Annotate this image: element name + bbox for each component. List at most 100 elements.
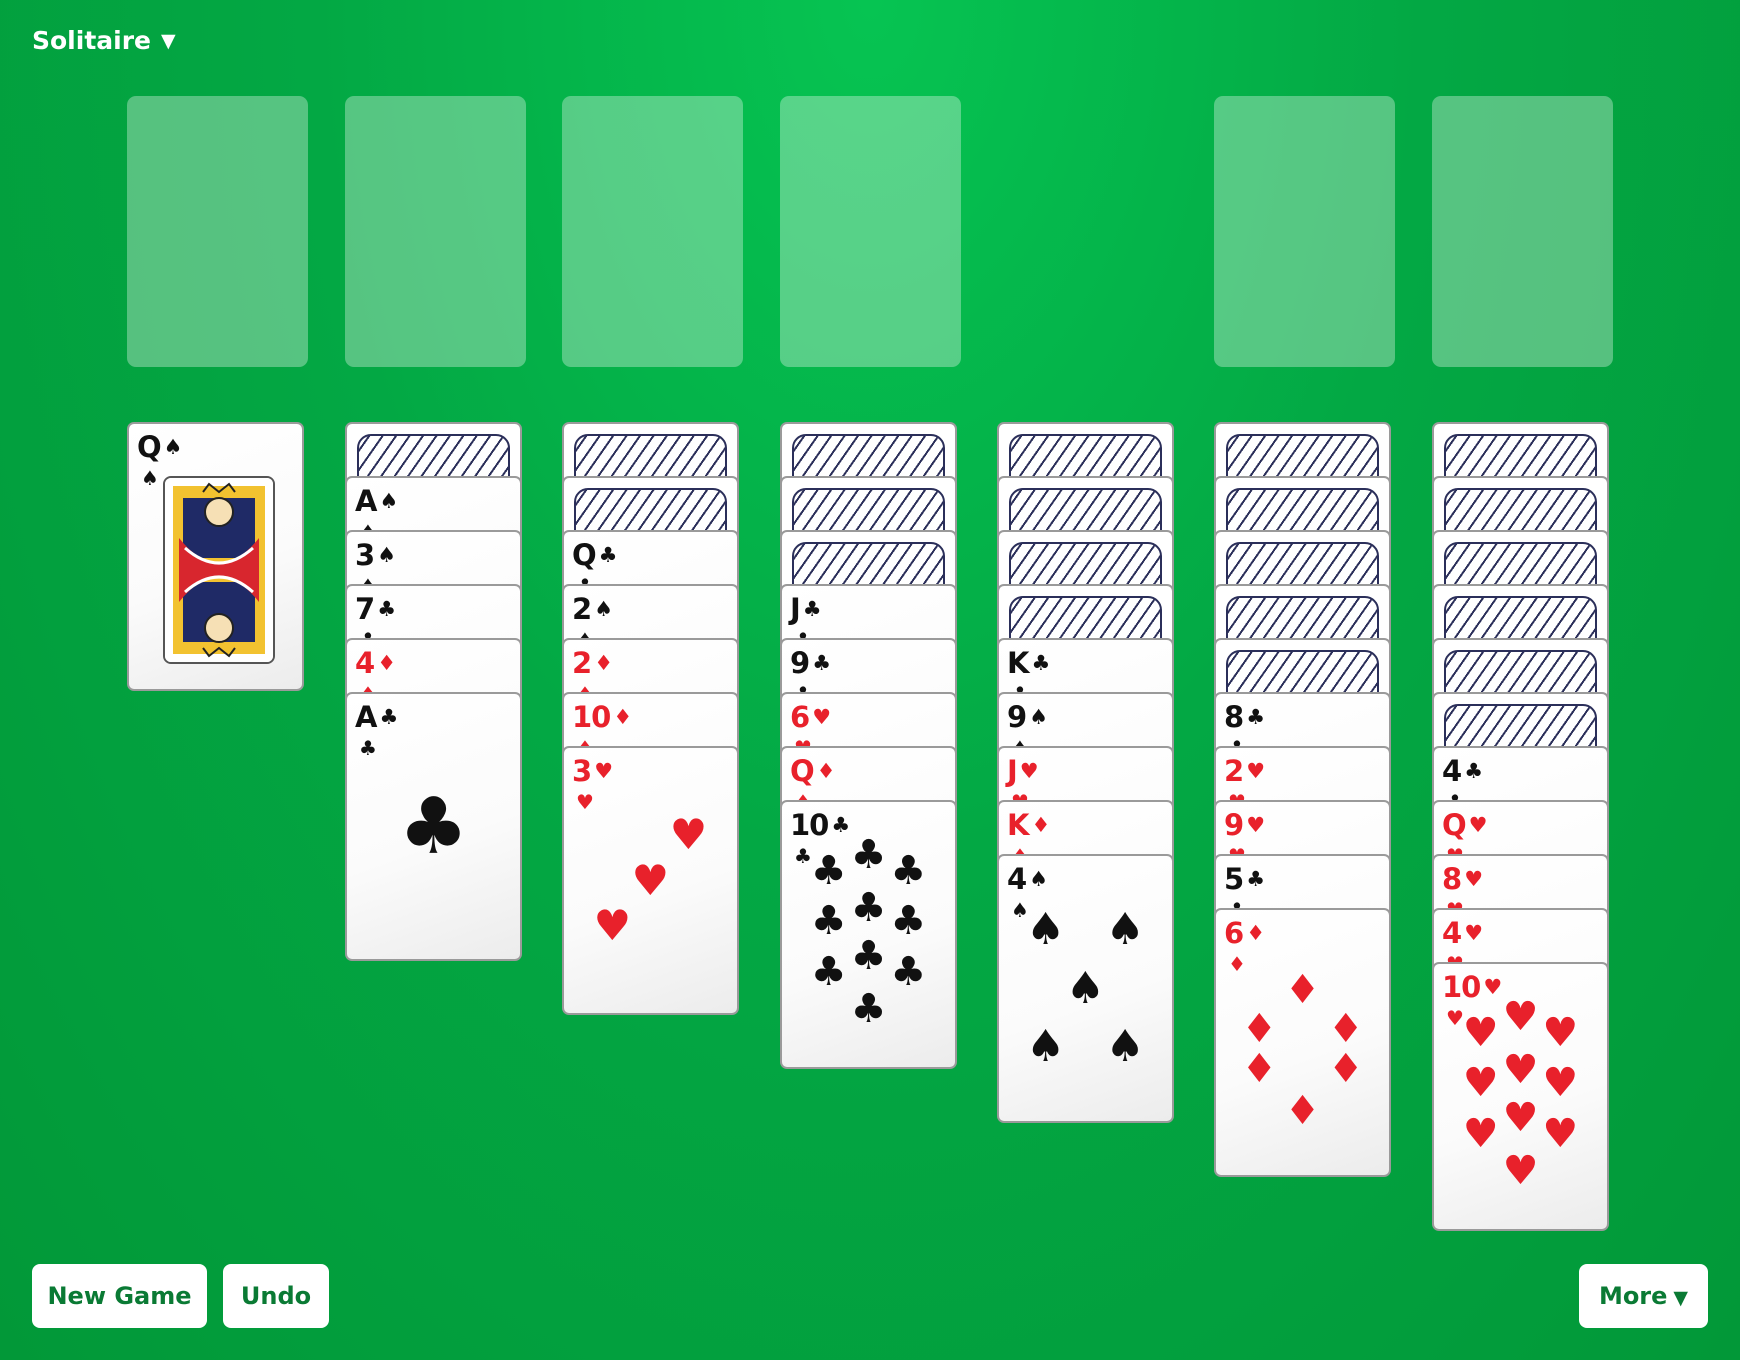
card-corner: Q ♥ [1442, 810, 1488, 840]
card-rank: 6 [790, 700, 810, 734]
club-icon: ♣ [812, 651, 831, 675]
foundation-2-empty[interactable] [780, 96, 961, 367]
card-corner: 3 ♠ [355, 540, 396, 570]
card-4-of-spades[interactable]: 4 ♠ ♠ ♠ ♠ ♠ ♠ ♠ [997, 854, 1174, 1123]
diamond-icon: ♦ [1241, 1046, 1278, 1092]
card-pips: ♠ ♠ ♠ ♠ ♠ [999, 856, 1172, 1121]
foundation-1-empty[interactable] [562, 96, 743, 367]
card-corner: 2 ♠ [572, 592, 613, 626]
card-corner: 4 ♦ [355, 646, 396, 680]
heart-icon: ♥ [812, 705, 831, 729]
heart-icon: ♥ [1542, 1009, 1579, 1056]
game-menu-button[interactable]: Solitaire ▼ [32, 26, 176, 55]
card-pips: ♥ ♥ ♥ [564, 748, 737, 1013]
card-corner: 9 ♥ [1224, 810, 1265, 840]
heart-icon: ♥ [1502, 1094, 1539, 1141]
card-corner: Q ♣ [572, 538, 618, 572]
heart-icon: ♥ [1462, 1110, 1499, 1157]
club-icon: ♣ [810, 948, 847, 995]
club-icon: ♣ [890, 847, 927, 894]
spade-icon: ♠ [1105, 904, 1146, 956]
card-a-of-clubs[interactable]: A ♣ ♣ ♣ [345, 692, 522, 961]
card-corner: 8 ♣ [1224, 702, 1265, 732]
card-corner: 9 ♣ [790, 648, 831, 678]
diamond-icon: ♦ [594, 651, 613, 675]
club-icon: ♣ [598, 543, 618, 567]
club-icon: ♣ [850, 985, 887, 1032]
card-3-of-hearts[interactable]: 3 ♥ ♥ ♥ ♥ ♥ [562, 746, 739, 1015]
heart-icon: ♥ [1468, 813, 1488, 837]
waste-pile-empty [345, 96, 526, 367]
spade-icon: ♠ [1029, 705, 1048, 729]
card-corner: J ♣ [790, 594, 822, 624]
card-corner: 5 ♣ [1224, 864, 1265, 894]
diamond-icon: ♦ [1284, 1088, 1321, 1135]
club-icon: ♣ [890, 898, 927, 945]
diamond-icon: ♦ [1327, 1046, 1364, 1092]
queen-portrait-icon [165, 478, 273, 662]
more-button[interactable]: More ▼ [1579, 1264, 1708, 1328]
card-rank: K [1007, 646, 1030, 680]
court-card-portrait [163, 476, 275, 664]
card-corner: K ♣ [1007, 646, 1050, 680]
card-pips: ♦ ♦ ♦ ♦ ♦ ♦ [1216, 910, 1389, 1175]
card-corner: A ♠ [355, 484, 398, 518]
spade-icon: ♠ [141, 466, 159, 490]
spade-icon: ♠ [1025, 904, 1066, 956]
club-icon: ♣ [1246, 705, 1265, 729]
card-rank: J [1007, 754, 1018, 788]
foundation-3-empty[interactable] [1214, 96, 1395, 367]
card-corner: Q ♦ [790, 754, 835, 788]
card-rank: 4 [355, 646, 375, 680]
heart-icon: ♥ [1502, 994, 1539, 1040]
card-corner: 2 ♥ [1224, 756, 1265, 786]
card-rank: 9 [1007, 700, 1027, 734]
club-icon: ♣ [398, 781, 469, 872]
heart-icon: ♥ [1502, 1147, 1539, 1194]
club-icon: ♣ [810, 847, 847, 894]
card-rank: Q [137, 430, 162, 464]
card-q-of-spades[interactable]: Q ♠ ♠ [127, 422, 304, 691]
card-rank: A [355, 484, 377, 518]
card-6-of-diamonds[interactable]: 6 ♦ ♦ ♦ ♦ ♦ ♦ ♦ ♦ [1214, 908, 1391, 1177]
card-corner: 7 ♣ [355, 594, 396, 624]
card-corner: 10 ♦ [572, 702, 632, 732]
undo-button[interactable]: Undo [223, 1264, 329, 1328]
foundation-4-empty[interactable] [1432, 96, 1613, 367]
spade-icon: ♠ [1065, 962, 1106, 1014]
club-icon: ♣ [850, 885, 887, 931]
club-icon: ♣ [377, 597, 396, 621]
card-rank: Q [790, 754, 815, 788]
diamond-icon: ♦ [1327, 1006, 1364, 1053]
heart-icon: ♥ [1246, 813, 1265, 837]
heart-icon: ♥ [1464, 867, 1483, 891]
card-corner: 6 ♥ [790, 700, 831, 734]
heart-icon: ♥ [1542, 1110, 1579, 1157]
diamond-icon: ♦ [377, 651, 396, 675]
spade-icon: ♠ [594, 597, 613, 621]
card-rank: K [1007, 808, 1030, 842]
spade-icon: ♠ [163, 435, 183, 459]
new-game-button[interactable]: New Game [32, 1264, 207, 1328]
card-corner: 9 ♠ [1007, 700, 1048, 734]
card-10-of-clubs[interactable]: 10 ♣ ♣ ♣ ♣ ♣ ♣ ♣ ♣ ♣ ♣ ♣ ♣ [780, 800, 957, 1069]
heart-icon: ♥ [1542, 1060, 1579, 1107]
spade-icon: ♠ [379, 489, 398, 513]
card-corner: Q ♠ [137, 430, 183, 464]
diamond-icon: ♦ [1241, 1006, 1278, 1053]
card-rank: Q [572, 538, 597, 572]
card-pips: ♥ ♥ ♥ ♥ ♥ ♥ ♥ ♥ ♥ ♥ [1434, 964, 1607, 1229]
heart-icon: ♥ [669, 810, 708, 860]
card-rank: 2 [572, 592, 592, 626]
card-rank: 4 [1442, 754, 1462, 788]
club-icon: ♣ [850, 932, 887, 979]
card-rank: 8 [1442, 862, 1462, 896]
club-icon: ♣ [1464, 759, 1483, 783]
card-10-of-hearts[interactable]: 10 ♥ ♥ ♥ ♥ ♥ ♥ ♥ ♥ ♥ ♥ ♥ ♥ [1432, 962, 1609, 1231]
club-icon: ♣ [1246, 867, 1265, 891]
club-icon: ♣ [810, 898, 847, 945]
card-corner: 8 ♥ [1442, 862, 1483, 896]
diamond-icon: ♦ [1284, 966, 1321, 1013]
card-pips: ♣ ♣ ♣ ♣ ♣ ♣ ♣ ♣ ♣ ♣ [782, 802, 955, 1067]
stock-pile-empty[interactable] [127, 96, 308, 367]
